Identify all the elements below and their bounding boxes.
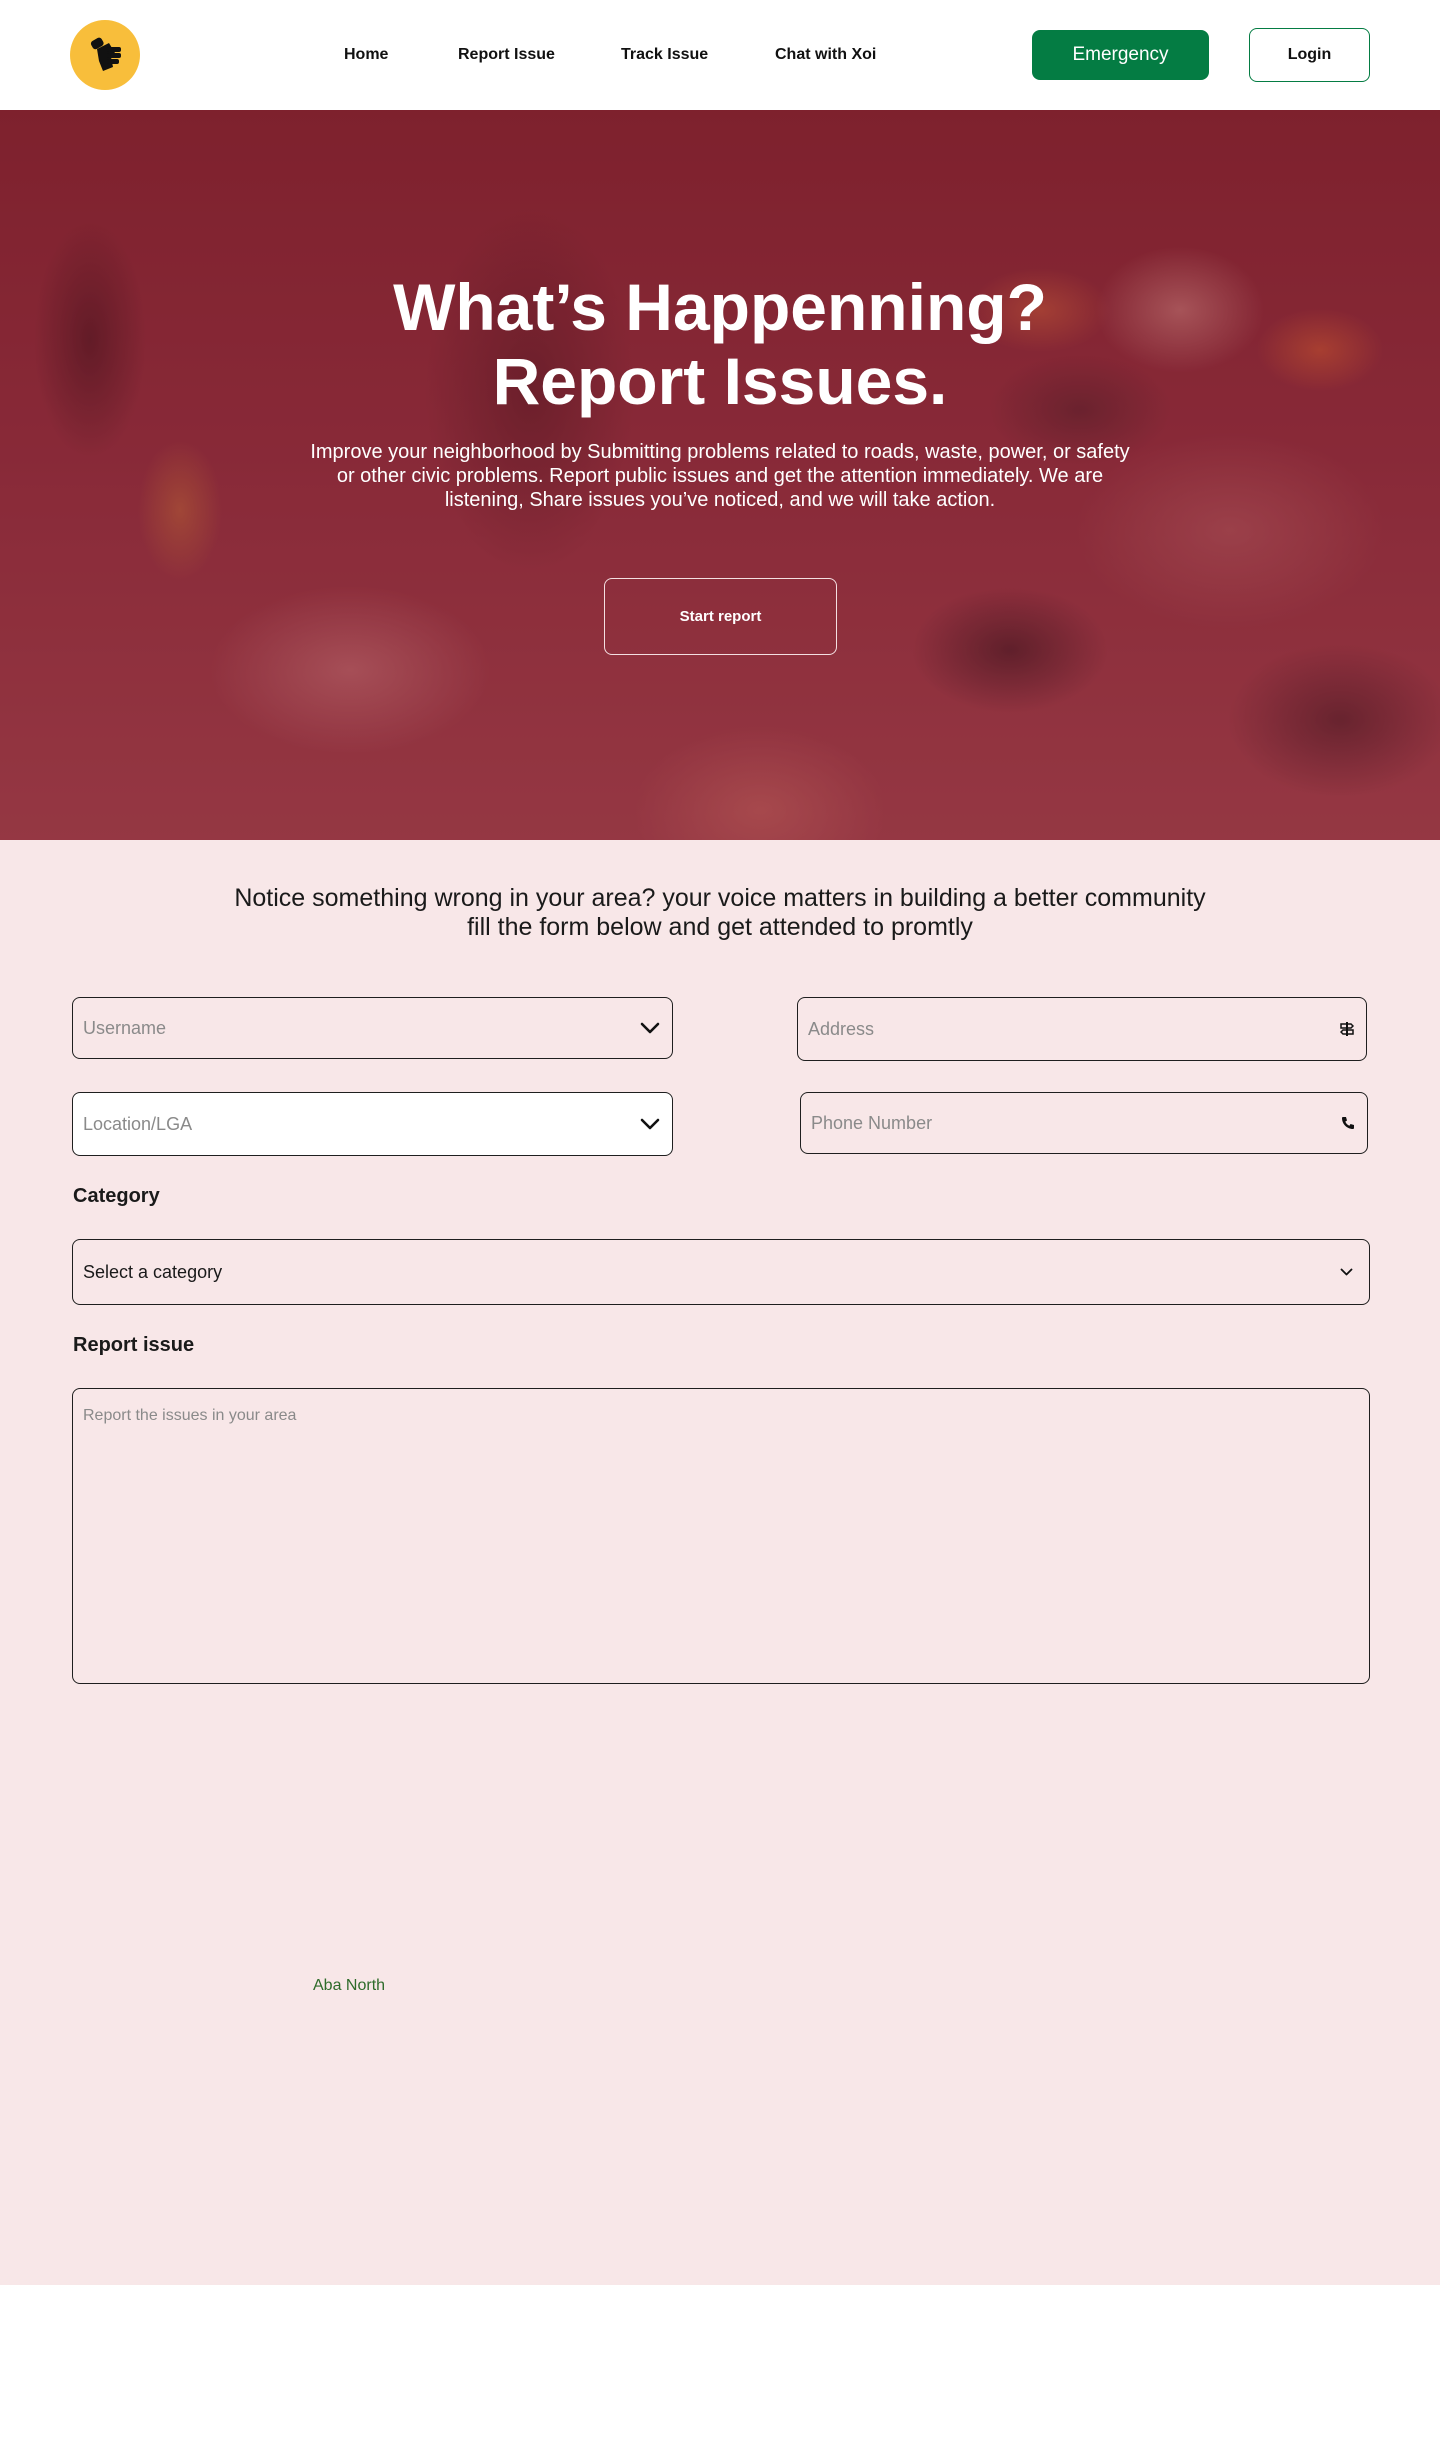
site-header: Home Report Issue Track Issue Chat with … <box>0 0 1440 110</box>
hero-banner: What’s Happenning? Report Issues. Improv… <box>0 110 1440 840</box>
nav-chat-with-xoi[interactable]: Chat with Xoi <box>775 44 876 66</box>
form-intro: Notice something wrong in your area? you… <box>0 884 1440 942</box>
form-intro-line-2: fill the form below and get attended to … <box>467 913 973 941</box>
signpost-icon <box>1340 1021 1354 1037</box>
category-value: Select a category <box>83 1261 223 1282</box>
phone-placeholder: Phone Number <box>811 1112 933 1133</box>
nav-report-issue[interactable]: Report Issue <box>458 44 555 66</box>
nav-home[interactable]: Home <box>344 44 388 66</box>
nav-track-issue[interactable]: Track Issue <box>621 44 708 66</box>
username-placeholder: Username <box>83 1017 167 1038</box>
address-placeholder: Address <box>808 1018 875 1039</box>
start-report-button[interactable]: Start report <box>604 578 837 655</box>
lga-option-aba-north[interactable]: Aba North <box>313 1977 385 1995</box>
hero-subtitle: Improve your neighborhood by Submitting … <box>310 441 1130 511</box>
chevron-down-icon <box>640 1022 660 1034</box>
phone-number-field[interactable]: Phone Number <box>800 1092 1368 1154</box>
category-label: Category <box>73 1185 160 1207</box>
hero-title-line-1: What’s Happenning? <box>393 270 1047 344</box>
phone-icon <box>1341 1116 1355 1130</box>
login-button[interactable]: Login <box>1249 28 1370 82</box>
emergency-button[interactable]: Emergency <box>1032 30 1209 80</box>
hero-title-line-2: Report Issues. <box>492 344 948 418</box>
form-intro-line-1: Notice something wrong in your area? you… <box>234 884 1206 912</box>
address-field[interactable]: Address <box>797 997 1367 1061</box>
username-select[interactable]: Username <box>72 997 673 1059</box>
report-issue-label: Report issue <box>73 1334 195 1356</box>
main-nav: Home Report Issue Track Issue Chat with … <box>0 44 1440 66</box>
chevron-down-icon <box>640 1118 660 1130</box>
location-placeholder: Location/LGA <box>83 1113 193 1134</box>
report-placeholder: Report the issues in your area <box>83 1407 297 1424</box>
location-lga-select[interactable]: Location/LGA <box>72 1092 673 1156</box>
hero-title: What’s Happenning? Report Issues. <box>0 270 1440 418</box>
report-issue-textarea[interactable]: Report the issues in your area <box>72 1388 1370 1684</box>
category-select[interactable]: Select a category <box>72 1239 1370 1305</box>
chevron-down-icon <box>1340 1268 1353 1276</box>
report-form-section: Notice something wrong in your area? you… <box>0 840 1440 2285</box>
